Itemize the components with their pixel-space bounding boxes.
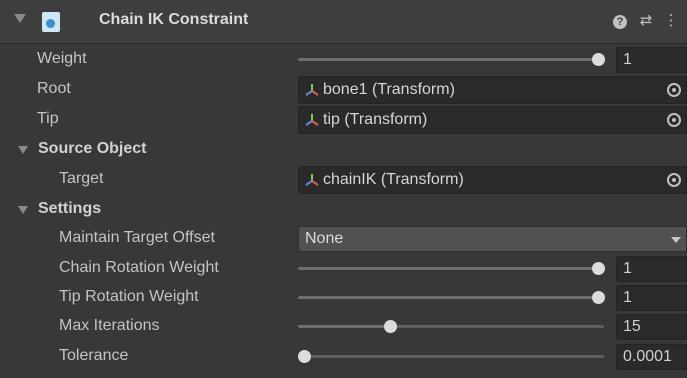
root-object-value: bone1 (Transform) [323,81,455,98]
object-picker-icon[interactable] [667,173,681,187]
weight-label: Weight [37,50,87,67]
weight-slider[interactable] [298,53,605,66]
tolerance-label: Tolerance [59,347,129,364]
presets-icon[interactable]: ⇄ [637,11,655,31]
chain-rotation-weight-row: Chain Rotation Weight 1 [0,254,687,284]
settings-label: Settings [38,200,102,217]
weight-field[interactable]: 1 [616,47,687,73]
maintain-target-offset-dropdown[interactable]: None [298,226,687,252]
foldout-arrow-icon[interactable] [18,146,28,154]
root-object-field[interactable]: bone1 (Transform) [298,76,687,104]
foldout-arrow-icon[interactable] [14,14,26,23]
context-menu-icon[interactable]: ⋮ [662,11,680,31]
target-object-value: chainIK (Transform) [323,171,464,188]
target-label: Target [59,170,104,187]
tolerance-slider[interactable] [298,350,604,363]
tip-rotation-weight-field[interactable]: 1 [616,285,687,311]
max-iterations-row: Max Iterations 15 [0,312,687,342]
tolerance-field[interactable]: 0.0001 [616,344,687,370]
help-icon[interactable]: ? [611,11,629,31]
target-row: Target chainIK (Transform) [0,165,687,195]
foldout-arrow-icon[interactable] [18,206,28,214]
target-object-field[interactable]: chainIK (Transform) [298,166,687,194]
chain-rotation-weight-slider[interactable] [298,262,605,275]
transform-icon [305,84,319,96]
source-object-foldout[interactable]: Source Object [0,135,687,165]
root-label: Root [37,80,71,97]
max-iterations-slider-thumb[interactable] [384,320,397,333]
tip-rotation-weight-label: Tip Rotation Weight [59,288,199,305]
component-title: Chain IK Constraint [99,11,249,28]
tip-row: Tip tip (Transform) [0,105,687,135]
constraint-component-icon [42,12,60,32]
tolerance-row: Tolerance 0.0001 [0,342,687,372]
transform-icon [305,174,319,186]
tip-label: Tip [37,110,59,127]
object-picker-icon[interactable] [667,113,681,127]
chain-rotation-weight-slider-thumb[interactable] [592,262,605,275]
tip-rotation-weight-slider-thumb[interactable] [592,291,605,304]
chevron-down-icon [671,237,681,243]
source-object-label: Source Object [38,140,147,157]
tip-rotation-weight-row: Tip Rotation Weight 1 [0,283,687,313]
tip-object-field[interactable]: tip (Transform) [298,106,687,134]
transform-icon [305,114,319,126]
max-iterations-label: Max Iterations [59,317,160,334]
maintain-target-offset-row: Maintain Target Offset None [0,224,687,254]
dropdown-value: None [305,230,344,247]
max-iterations-field[interactable]: 15 [616,314,687,340]
maintain-target-offset-label: Maintain Target Offset [59,229,215,246]
root-row: Root bone1 (Transform) [0,75,687,105]
tip-object-value: tip (Transform) [323,111,428,128]
weight-row: Weight 1 [0,45,687,75]
object-picker-icon[interactable] [667,83,681,97]
tip-rotation-weight-slider[interactable] [298,291,605,304]
chain-rotation-weight-field[interactable]: 1 [616,256,687,282]
max-iterations-slider[interactable] [298,320,604,333]
weight-slider-thumb[interactable] [592,53,605,66]
component-header[interactable]: Chain IK Constraint ? ⇄ ⋮ [0,0,687,44]
tolerance-slider-thumb[interactable] [298,350,311,363]
settings-foldout[interactable]: Settings [0,195,687,225]
chain-rotation-weight-label: Chain Rotation Weight [59,259,219,276]
